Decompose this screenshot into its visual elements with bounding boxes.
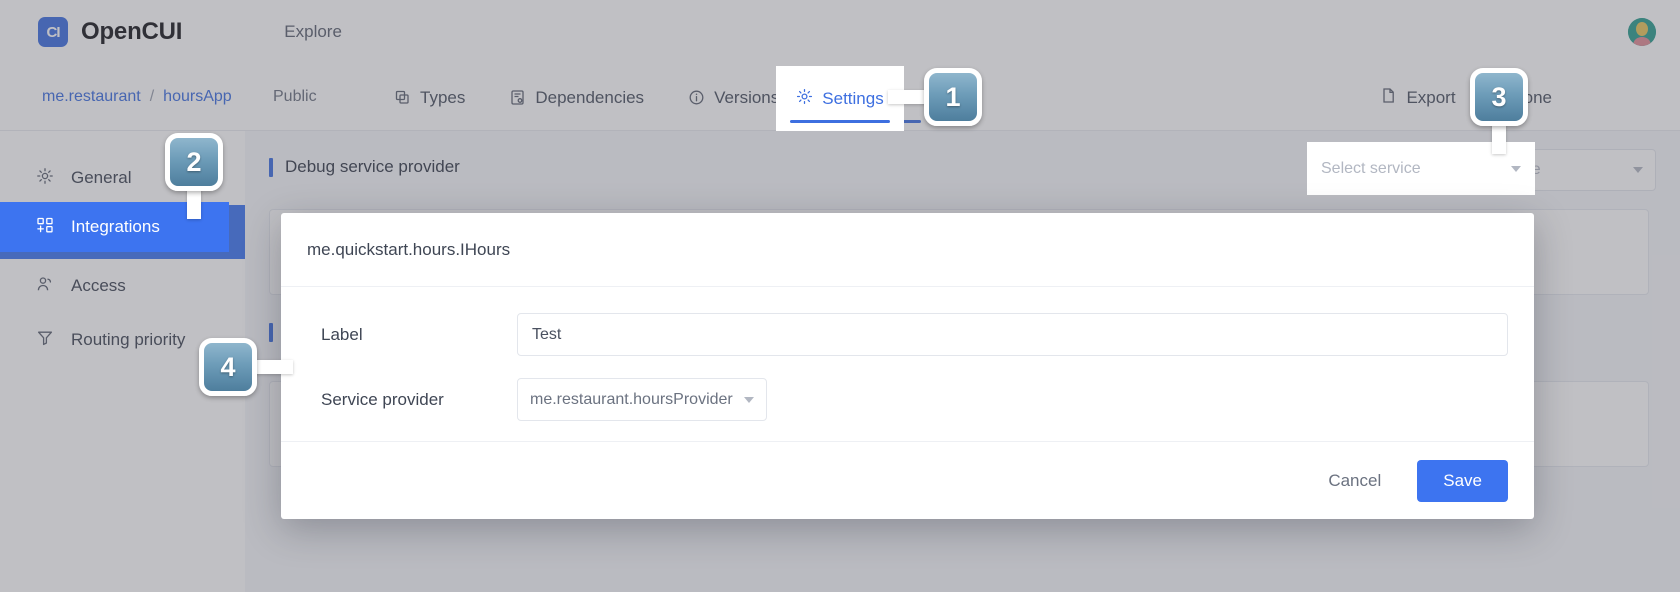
callout-2: 2 xyxy=(165,133,223,219)
grid-plus-icon xyxy=(36,216,54,239)
brand-name: OpenCUI xyxy=(81,18,183,45)
chevron-down-icon xyxy=(1511,165,1521,172)
dialog-body: Label Test Service provider me.restauran… xyxy=(281,287,1534,421)
opencui-logo-icon: CI xyxy=(38,17,68,47)
dialog-title: me.quickstart.hours.IHours xyxy=(281,213,1534,287)
section-accent-bar-secondary xyxy=(269,323,273,342)
highlight-tab-settings-label: Settings xyxy=(822,88,884,108)
breadcrumb-org[interactable]: me.restaurant xyxy=(42,88,141,106)
dialog-footer: Cancel Save xyxy=(281,441,1534,519)
select-service-placeholder: Select service xyxy=(1321,159,1421,177)
cancel-button[interactable]: Cancel xyxy=(1314,463,1395,499)
label-input[interactable]: Test xyxy=(517,313,1508,356)
visibility-badge: Public xyxy=(273,88,317,105)
section-accent-bar xyxy=(269,157,273,177)
callout-1-stem xyxy=(888,90,928,104)
breadcrumb: me.restaurant / hoursApp xyxy=(42,88,232,106)
label-field-label: Label xyxy=(321,324,363,344)
chevron-down-icon xyxy=(744,396,754,403)
callout-3: 3 xyxy=(1470,68,1528,154)
app-root: CI OpenCUI Explore me.restaurant / hours… xyxy=(0,0,1680,616)
breadcrumb-separator: / xyxy=(149,88,155,105)
nav-explore[interactable]: Explore xyxy=(284,22,342,42)
sidebar-item-general-label: General xyxy=(71,168,132,187)
chevron-down-icon xyxy=(1633,167,1643,173)
callout-1: 1 xyxy=(888,68,982,126)
versions-icon xyxy=(688,89,705,106)
callout-3-badge: 3 xyxy=(1470,68,1528,126)
service-provider-field-label: Service provider xyxy=(321,389,444,409)
export-label: Export xyxy=(1406,87,1456,107)
dependencies-icon xyxy=(509,89,526,106)
section-header: Debug service provider xyxy=(269,157,460,177)
gear-icon xyxy=(796,88,813,110)
sidebar-item-access[interactable]: Access xyxy=(0,259,245,313)
user-avatar[interactable] xyxy=(1628,18,1656,46)
callout-4-badge: 4 xyxy=(199,338,257,396)
tab-types[interactable]: Types xyxy=(372,64,487,131)
callout-1-badge: 1 xyxy=(924,68,982,126)
page-bottom-strip xyxy=(0,592,1680,616)
export-button[interactable]: Export xyxy=(1380,87,1456,109)
export-icon xyxy=(1380,87,1397,109)
service-provider-select[interactable]: me.restaurant.hoursProvider xyxy=(517,378,767,421)
sidebar-item-routing-priority-label: Routing priority xyxy=(71,330,186,349)
service-provider-value: me.restaurant.hoursProvider xyxy=(530,390,733,408)
funnel-icon xyxy=(36,329,54,352)
top-header: CI OpenCUI Explore xyxy=(0,0,1680,64)
tab-versions-label: Versions xyxy=(714,87,780,107)
gear-icon xyxy=(36,167,54,190)
callout-4-stem xyxy=(253,360,293,374)
breadcrumb-app[interactable]: hoursApp xyxy=(163,88,232,106)
form-row-service-provider: Service provider me.restaurant.hoursProv… xyxy=(321,378,1508,421)
form-row-label: Label Test xyxy=(321,313,1508,356)
section-title: Debug service provider xyxy=(285,157,460,176)
tab-dependencies-label: Dependencies xyxy=(535,87,645,107)
people-icon xyxy=(36,275,54,298)
callout-4: 4 xyxy=(199,338,293,396)
tab-types-label: Types xyxy=(420,87,466,107)
highlight-sidebar-integrations-label: Integrations xyxy=(71,217,160,236)
brand[interactable]: CI OpenCUI xyxy=(38,17,182,47)
service-provider-dialog: me.quickstart.hours.IHours Label Test Se… xyxy=(281,213,1534,519)
avatar-image xyxy=(1628,18,1656,46)
save-button[interactable]: Save xyxy=(1417,459,1508,502)
types-icon xyxy=(394,89,411,106)
tab-dependencies[interactable]: Dependencies xyxy=(487,64,666,131)
callout-2-badge: 2 xyxy=(165,133,223,191)
highlight-tab-settings[interactable]: Settings xyxy=(776,66,904,131)
sidebar-item-access-label: Access xyxy=(71,276,126,295)
